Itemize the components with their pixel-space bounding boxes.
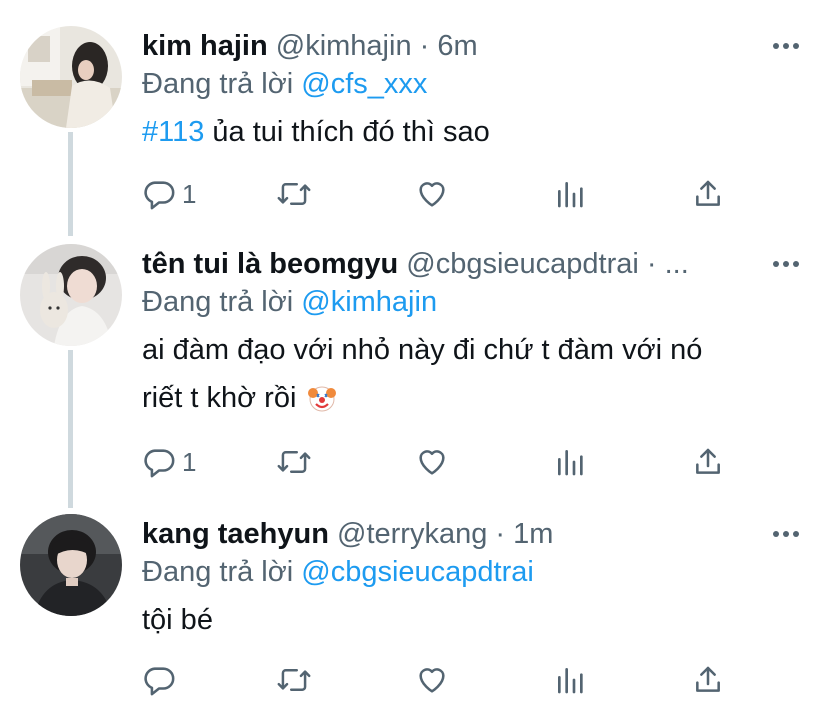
heart-icon: [419, 668, 445, 693]
tweet-actions: 1: [140, 176, 740, 212]
more-dots-icon[interactable]: [772, 250, 800, 278]
tweet-text: ai đàm đạo với nhỏ này đi chứ t đàm với …: [142, 328, 702, 420]
share-button[interactable]: [692, 662, 724, 698]
clown-face-emoji: [308, 381, 337, 412]
more-dots-icon[interactable]: [772, 520, 800, 548]
retweet-icon: [277, 669, 311, 691]
tweet-text-body: riết t khờ rồi: [142, 382, 297, 414]
tweet[interactable]: kang taehyun @terrykang · 1m Đang trả lờ…: [0, 514, 828, 704]
replying-to: Đang trả lời @cbgsieucapdtrai: [142, 554, 534, 590]
author-name[interactable]: kim hajin: [142, 30, 268, 62]
analytics-icon: [558, 450, 583, 476]
like-button[interactable]: [414, 662, 450, 698]
analytics-icon: [558, 668, 583, 694]
tweet-thread: kim hajin @kimhajin · 6m Đang trả lời @c…: [0, 0, 828, 711]
replying-to: Đang trả lời @cfs_xxx: [142, 66, 427, 102]
reply-button[interactable]: 1: [142, 176, 196, 212]
share-icon: [696, 180, 720, 206]
reply-button[interactable]: [142, 662, 176, 698]
tweet-header: kim hajin @kimhajin · 6m: [142, 28, 718, 64]
author-handle[interactable]: @kimhajin: [276, 30, 412, 62]
separator-dot: ·: [646, 248, 657, 280]
avatar[interactable]: [20, 26, 122, 128]
tweet-header: tên tui là beomgyu @cbgsieucapdtrai · ..…: [142, 246, 718, 282]
author-name[interactable]: kang taehyun: [142, 518, 329, 550]
replying-to-label: Đang trả lời: [142, 286, 294, 318]
reply-icon: [144, 181, 175, 210]
analytics-button[interactable]: [554, 444, 586, 480]
reply-count: 1: [182, 447, 197, 477]
heart-icon: [419, 450, 445, 475]
reply-count: 1: [182, 179, 197, 209]
replying-to-mention[interactable]: @kimhajin: [301, 286, 437, 318]
tweet-text-body: tội bé: [142, 604, 213, 636]
tweet-text: tội bé: [142, 598, 213, 642]
share-icon: [696, 448, 720, 474]
separator-dot: ·: [419, 30, 430, 62]
replying-to-mention[interactable]: @cbgsieucapdtrai: [301, 556, 534, 588]
more-dots-icon[interactable]: [772, 32, 800, 60]
tweet-text-body: ủa tui thích đó thì sao: [204, 116, 490, 148]
reply-icon: [144, 667, 175, 696]
tweet-text: #113 ủa tui thích đó thì sao: [142, 110, 490, 154]
tweet-text-line: riết t khờ rồi: [142, 376, 702, 420]
share-button[interactable]: [692, 176, 724, 212]
replying-to-label: Đang trả lời: [142, 556, 294, 588]
retweet-icon: [277, 183, 311, 205]
retweet-button[interactable]: [276, 662, 312, 698]
avatar[interactable]: [20, 244, 122, 346]
heart-icon: [419, 182, 445, 207]
tweet-actions: [140, 662, 740, 698]
reply-button[interactable]: 1: [142, 444, 196, 480]
timestamp[interactable]: ...: [665, 248, 689, 280]
author-handle[interactable]: @terrykang: [337, 518, 487, 550]
retweet-button[interactable]: [276, 176, 312, 212]
separator-dot: ·: [495, 518, 506, 550]
retweet-icon: [277, 451, 311, 473]
like-button[interactable]: [414, 444, 450, 480]
reply-icon: [144, 449, 175, 478]
replying-to-mention[interactable]: @cfs_xxx: [301, 68, 427, 100]
avatar[interactable]: [20, 514, 122, 616]
analytics-button[interactable]: [554, 662, 586, 698]
tweet-text-line: ai đàm đạo với nhỏ này đi chứ t đàm với …: [142, 334, 703, 366]
timestamp[interactable]: 6m: [437, 30, 477, 62]
hashtag-link[interactable]: #113: [142, 116, 204, 148]
like-button[interactable]: [414, 176, 450, 212]
replying-to-label: Đang trả lời: [142, 68, 294, 100]
retweet-button[interactable]: [276, 444, 312, 480]
share-icon: [696, 666, 720, 692]
author-handle[interactable]: @cbgsieucapdtrai: [406, 248, 639, 280]
tweet[interactable]: kim hajin @kimhajin · 6m Đang trả lời @c…: [0, 26, 828, 216]
replying-to: Đang trả lời @kimhajin: [142, 284, 437, 320]
share-button[interactable]: [692, 444, 724, 480]
timestamp[interactable]: 1m: [513, 518, 553, 550]
analytics-icon: [558, 182, 583, 208]
analytics-button[interactable]: [554, 176, 586, 212]
tweet[interactable]: tên tui là beomgyu @cbgsieucapdtrai · ..…: [0, 244, 828, 494]
tweet-header: kang taehyun @terrykang · 1m: [142, 516, 718, 552]
author-name[interactable]: tên tui là beomgyu: [142, 248, 398, 280]
tweet-actions: 1: [140, 444, 740, 480]
